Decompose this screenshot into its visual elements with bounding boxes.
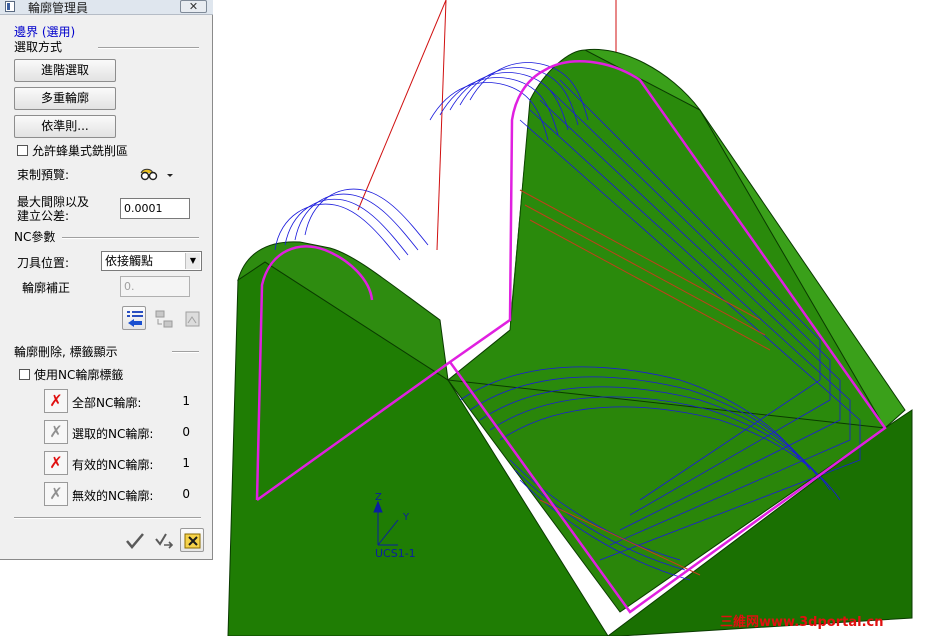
transfer-button (151, 306, 175, 330)
watermark-text: 三維网www.3dportal.cn (720, 615, 884, 630)
delete-invalid-icon[interactable]: ✗ (44, 482, 68, 506)
constraint-preview-label: 束制預覽: (17, 168, 70, 182)
tool-position-select[interactable]: 依接觸點 ▼ (101, 251, 202, 271)
transfer-icon (155, 310, 173, 328)
max-gap-input[interactable]: 0.0001 (120, 198, 190, 219)
contour-offset-label: 輪廓補正 (22, 281, 71, 295)
dialog-title: 輪廓管理員 (28, 1, 89, 15)
edit-contour-button (180, 306, 204, 330)
app-icon (5, 1, 15, 12)
list-action-button[interactable] (122, 306, 146, 330)
nc-row-label: 選取的NC輪廓: (72, 427, 154, 441)
allow-pocket-label: 允許蜂巢式銑削區 (32, 144, 129, 158)
edit-contour-icon (185, 311, 200, 327)
divider (172, 351, 199, 353)
max-gap-label-line2: 建立公差: (17, 209, 70, 223)
nc-row-label: 無效的NC輪廓: (72, 489, 154, 503)
advanced-select-button[interactable]: 進階選取 (14, 59, 116, 82)
divider (62, 237, 199, 239)
ucs-label: UCS1-1 (375, 547, 416, 560)
use-nc-tags-checkbox[interactable] (19, 369, 30, 380)
divider (98, 47, 199, 49)
contour-manager-dialog: 輪廓管理員 ✕ 邊界 (選用) 選取方式 進階選取 多重輪廓 依準則... 允許… (0, 0, 213, 560)
chevron-down-icon: ▼ (185, 253, 200, 269)
delete-all-icon[interactable]: ✗ (44, 389, 68, 413)
checkmark-icon (126, 533, 144, 549)
tool-position-value: 依接觸點 (105, 254, 154, 268)
close-button[interactable]: ✕ (180, 0, 207, 13)
delete-section-header: 輪廓刪除, 標籤顯示 (14, 345, 118, 359)
nc-row-count: 1 (182, 456, 190, 470)
nc-row-label: 有效的NC輪廓: (72, 458, 154, 472)
by-rule-button[interactable]: 依準則... (14, 115, 116, 138)
delete-selected-icon[interactable]: ✗ (44, 420, 68, 444)
allow-pocket-checkbox[interactable] (17, 145, 28, 156)
apply-button[interactable] (151, 528, 175, 552)
multi-contour-button[interactable]: 多重輪廓 (14, 87, 116, 110)
axis-z-label: Z (375, 492, 382, 503)
nc-row-count: 0 (182, 425, 190, 439)
apply-arrow-icon (155, 533, 174, 549)
delete-valid-icon[interactable]: ✗ (44, 451, 68, 475)
constraint-preview-dropdown[interactable] (136, 162, 176, 186)
divider (14, 517, 201, 519)
ok-button[interactable] (122, 528, 146, 552)
nc-params-header: NC參數 (14, 230, 56, 244)
nc-row-count: 0 (182, 487, 190, 501)
use-nc-tags-label: 使用NC輪廓標籤 (34, 368, 124, 382)
dialog-titlebar[interactable]: 輪廓管理員 ✕ (0, 0, 213, 15)
cancel-icon (184, 533, 201, 549)
axis-y-label: Y (402, 512, 410, 523)
selection-method-header: 選取方式 (14, 40, 63, 54)
list-arrow-icon (127, 311, 143, 327)
tool-position-label: 刀具位置: (17, 256, 70, 270)
nc-row-count: 1 (182, 394, 190, 408)
contour-offset-input[interactable]: 0. (120, 276, 190, 297)
glasses-icon (140, 168, 173, 181)
nc-row-label: 全部NC輪廓: (72, 396, 142, 410)
cancel-button[interactable] (180, 528, 204, 552)
machined-part[interactable] (227, 48, 913, 636)
